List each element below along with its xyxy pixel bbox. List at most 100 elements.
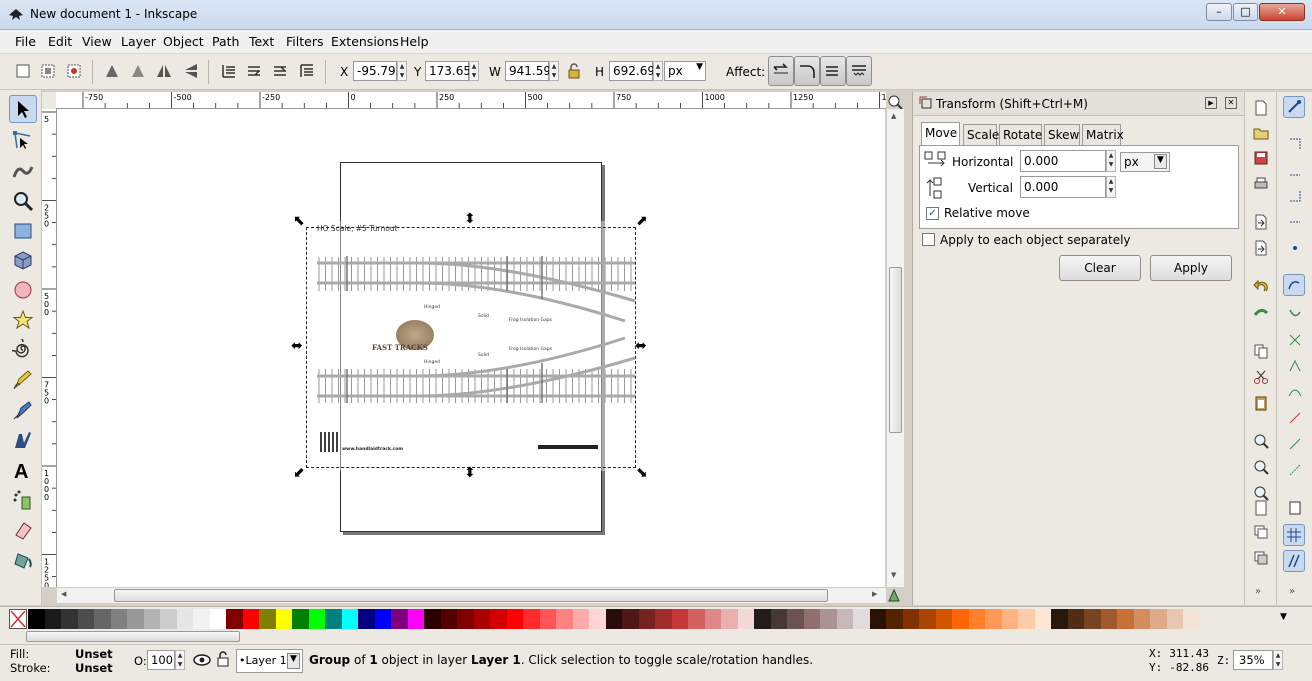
palette-swatch[interactable] <box>61 609 78 629</box>
palette-swatch[interactable] <box>77 609 94 629</box>
opacity-stepper[interactable]: ▲ ▼ <box>175 650 185 670</box>
tab-matrix[interactable]: Matrix <box>1082 124 1124 146</box>
tweak-tool-icon[interactable] <box>9 157 37 185</box>
palette-swatch[interactable] <box>869 609 886 629</box>
scale-handle-e[interactable]: ⬌ <box>635 338 647 354</box>
scale-handle-se[interactable]: ⬊ <box>636 465 648 481</box>
snap-rotation-center-icon[interactable] <box>1285 460 1305 480</box>
palette-swatch[interactable] <box>754 609 771 629</box>
palette-swatch[interactable] <box>1051 609 1068 629</box>
move-unit-select[interactable]: px ▼ <box>1120 152 1170 172</box>
palette-swatch[interactable] <box>655 609 672 629</box>
palette-swatch[interactable] <box>902 609 919 629</box>
menu-path[interactable]: Path <box>212 34 239 49</box>
menu-help[interactable]: Help <box>400 34 429 49</box>
palette-swatch[interactable] <box>803 609 820 629</box>
menu-object[interactable]: Object <box>163 34 204 49</box>
zoom-input[interactable]: 35% <box>1233 650 1273 670</box>
lower-to-bottom-icon[interactable] <box>217 60 239 82</box>
palette-swatch[interactable] <box>341 609 358 629</box>
deselect-icon[interactable] <box>63 60 85 82</box>
y-input[interactable]: 173.654 <box>425 61 479 81</box>
print-icon[interactable] <box>1251 174 1271 194</box>
menu-view[interactable]: View <box>82 34 112 49</box>
snap-paths-icon[interactable] <box>1285 304 1305 324</box>
menu-text[interactable]: Text <box>249 34 274 49</box>
palette-swatch[interactable] <box>935 609 952 629</box>
palette-swatch[interactable] <box>440 609 457 629</box>
scale-corners-icon[interactable] <box>794 56 820 86</box>
palette-swatch[interactable] <box>358 609 375 629</box>
palette-swatch[interactable] <box>919 609 936 629</box>
palette-menu-icon[interactable]: ▼ <box>1280 612 1287 622</box>
palette-swatch[interactable] <box>853 609 870 629</box>
snap-grid-icon[interactable] <box>1283 524 1305 546</box>
y-stepper[interactable]: ▲ ▼ <box>469 61 479 81</box>
palette-swatch[interactable] <box>1001 609 1018 629</box>
palette-swatch[interactable] <box>820 609 837 629</box>
palette-swatch[interactable] <box>556 609 573 629</box>
palette-swatch[interactable] <box>308 609 325 629</box>
flip-vertical-icon[interactable] <box>180 60 202 82</box>
scale-handle-w[interactable]: ⬌ <box>291 338 303 354</box>
palette-swatch[interactable] <box>193 609 210 629</box>
h-input[interactable]: 692.691 <box>609 61 663 81</box>
palette-swatch[interactable] <box>473 609 490 629</box>
menu-file[interactable]: File <box>15 34 36 49</box>
palette-swatch[interactable] <box>721 609 738 629</box>
redo-icon[interactable] <box>1251 303 1271 323</box>
palette-swatch[interactable] <box>259 609 276 629</box>
move-gradients-icon[interactable] <box>820 56 846 86</box>
snap-guides-icon[interactable] <box>1283 550 1305 572</box>
maximize-button[interactable]: □ <box>1233 3 1258 21</box>
x-input[interactable]: -95.795 <box>353 61 403 81</box>
palette-swatch[interactable] <box>325 609 342 629</box>
rotate-ccw-icon[interactable] <box>101 60 123 82</box>
vertical-input[interactable]: 0.000 <box>1020 176 1106 198</box>
stroke-value[interactable]: Unset <box>75 661 113 675</box>
tab-move[interactable]: Move <box>921 122 960 146</box>
snap-intersections-icon[interactable] <box>1285 330 1305 350</box>
fill-value[interactable]: Unset <box>75 647 113 661</box>
palette-swatch[interactable] <box>143 609 160 629</box>
palette-swatch[interactable] <box>94 609 111 629</box>
w-input[interactable]: 941.591 <box>505 61 559 81</box>
palette-swatch[interactable] <box>523 609 540 629</box>
relative-move-checkbox[interactable]: ✓ <box>926 207 939 220</box>
scale-handle-s[interactable]: ⬍ <box>464 465 476 481</box>
palette-swatches[interactable] <box>28 609 1200 629</box>
snap-bbox-midpoints-icon[interactable] <box>1285 212 1305 232</box>
palette-swatch[interactable] <box>374 609 391 629</box>
rotate-cw-icon[interactable] <box>127 60 149 82</box>
palette-swatch[interactable] <box>391 609 408 629</box>
new-document-icon[interactable] <box>1251 98 1271 118</box>
move-patterns-icon[interactable] <box>846 56 872 86</box>
palette-swatch[interactable] <box>226 609 243 629</box>
snap-midpoints-icon[interactable] <box>1285 408 1305 428</box>
palette-swatch[interactable] <box>638 609 655 629</box>
scale-handle-sw[interactable]: ⬋ <box>293 465 305 481</box>
palette-swatch[interactable] <box>160 609 177 629</box>
cut-icon[interactable] <box>1251 367 1271 387</box>
palette-swatch[interactable] <box>737 609 754 629</box>
palette-swatch[interactable] <box>1018 609 1035 629</box>
palette-swatch[interactable] <box>506 609 523 629</box>
pencil-tool-icon[interactable] <box>9 366 37 394</box>
select-all-layers-icon[interactable] <box>37 60 59 82</box>
menu-filters[interactable]: Filters <box>286 34 323 49</box>
zoom-tool-icon[interactable] <box>9 187 37 215</box>
snap-bbox-corners-icon[interactable] <box>1285 186 1305 206</box>
copy-icon[interactable] <box>1251 341 1271 361</box>
unit-select[interactable]: px ▼ <box>664 61 706 81</box>
3d-box-tool-icon[interactable] <box>9 246 37 274</box>
palette-swatch[interactable] <box>952 609 969 629</box>
undo-icon[interactable] <box>1251 277 1271 297</box>
x-stepper[interactable]: ▲ ▼ <box>397 61 407 81</box>
tab-scale[interactable]: Scale <box>963 124 999 146</box>
palette-swatch[interactable] <box>539 609 556 629</box>
horizontal-scrollbar[interactable]: ◀ ▶ <box>57 587 886 603</box>
palette-swatch[interactable] <box>605 609 622 629</box>
scale-handle-nw[interactable]: ⬉ <box>293 213 305 229</box>
w-stepper[interactable]: ▲ ▼ <box>549 61 559 81</box>
scale-handle-n[interactable]: ⬍ <box>464 211 476 227</box>
